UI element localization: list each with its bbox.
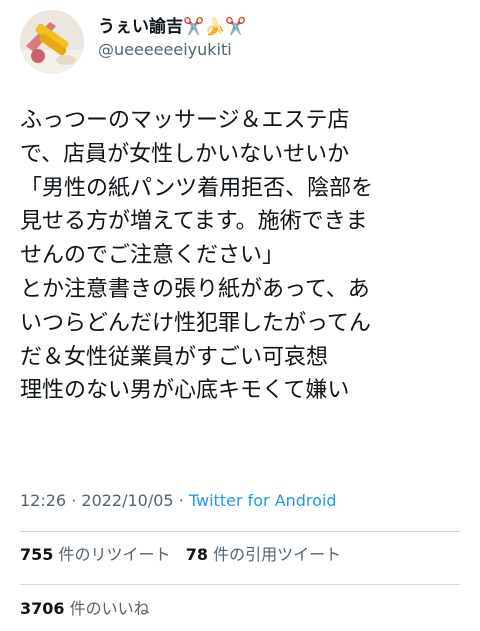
avatar[interactable] [20, 10, 84, 74]
quotes-stat[interactable]: 78 件の引用ツイート [186, 545, 341, 564]
likes-count: 3706 [20, 599, 65, 618]
user-handle[interactable]: @ueeeeeeiyukiti [98, 39, 247, 61]
tweet-line: 「男性の紙パンツ着用拒否、陰部を [20, 175, 374, 201]
tweet-header: うぇい諭吉✂️🍌✂️ @ueeeeeeiyukiti [20, 10, 460, 74]
tweet-line: 見せる方が増えてます。施術できま [20, 209, 368, 235]
tweet-line: ふっつーのマッサージ＆エステ店 [20, 108, 350, 133]
tweet-text: ふっつーのマッサージ＆エステ店 で、店員が女性しかいないせいか 「男性の紙パンツ… [20, 104, 460, 408]
meta-separator: · [71, 491, 77, 510]
quotes-count: 78 [185, 545, 209, 564]
divider [20, 584, 460, 585]
user-block[interactable]: うぇい諭吉✂️🍌✂️ @ueeeeeeiyukiti [98, 16, 247, 61]
tweet-line: とか注意書きの張り紙があって、あ [20, 276, 370, 302]
tweet-line: だ＆女性従業員がすごい可哀想 [20, 344, 329, 370]
display-name-emojis: ✂️🍌✂️ [183, 17, 247, 37]
display-name[interactable]: うぇい諭吉✂️🍌✂️ [98, 16, 247, 38]
engagement-row: 755 件のリツイート 78 件の引用ツイート [20, 543, 341, 567]
retweets-count: 755 [20, 545, 54, 564]
tweet-source-link[interactable]: Twitter for Android [189, 491, 337, 510]
likes-label: 件のいいね [69, 599, 150, 618]
tweet-meta: 12:26 · 2022/10/05 · Twitter for Android [20, 489, 337, 513]
retweets-label: 件のリツイート [58, 545, 171, 564]
divider [20, 531, 460, 532]
tweet-line: 理性のない男が心底キモくて嫌い [20, 378, 350, 404]
avatar-image [20, 10, 84, 74]
tweet-line: いつらどんだけ性犯罪したがってん [20, 310, 371, 336]
tweet-date[interactable]: 2022/10/05 [81, 491, 173, 510]
tweet-line: せんのでご注意ください」 [20, 243, 285, 269]
meta-separator: · [178, 491, 184, 510]
tweet-line: で、店員が女性しかいないせいか [20, 141, 350, 167]
quotes-label: 件の引用ツイート [213, 545, 342, 564]
tweet-time[interactable]: 12:26 [20, 491, 66, 510]
likes-stat[interactable]: 3706 件のいいね [20, 599, 150, 618]
retweets-stat[interactable]: 755 件のリツイート [20, 545, 171, 564]
likes-row: 3706 件のいいね [20, 597, 150, 621]
display-name-text: うぇい諭吉 [98, 17, 183, 37]
